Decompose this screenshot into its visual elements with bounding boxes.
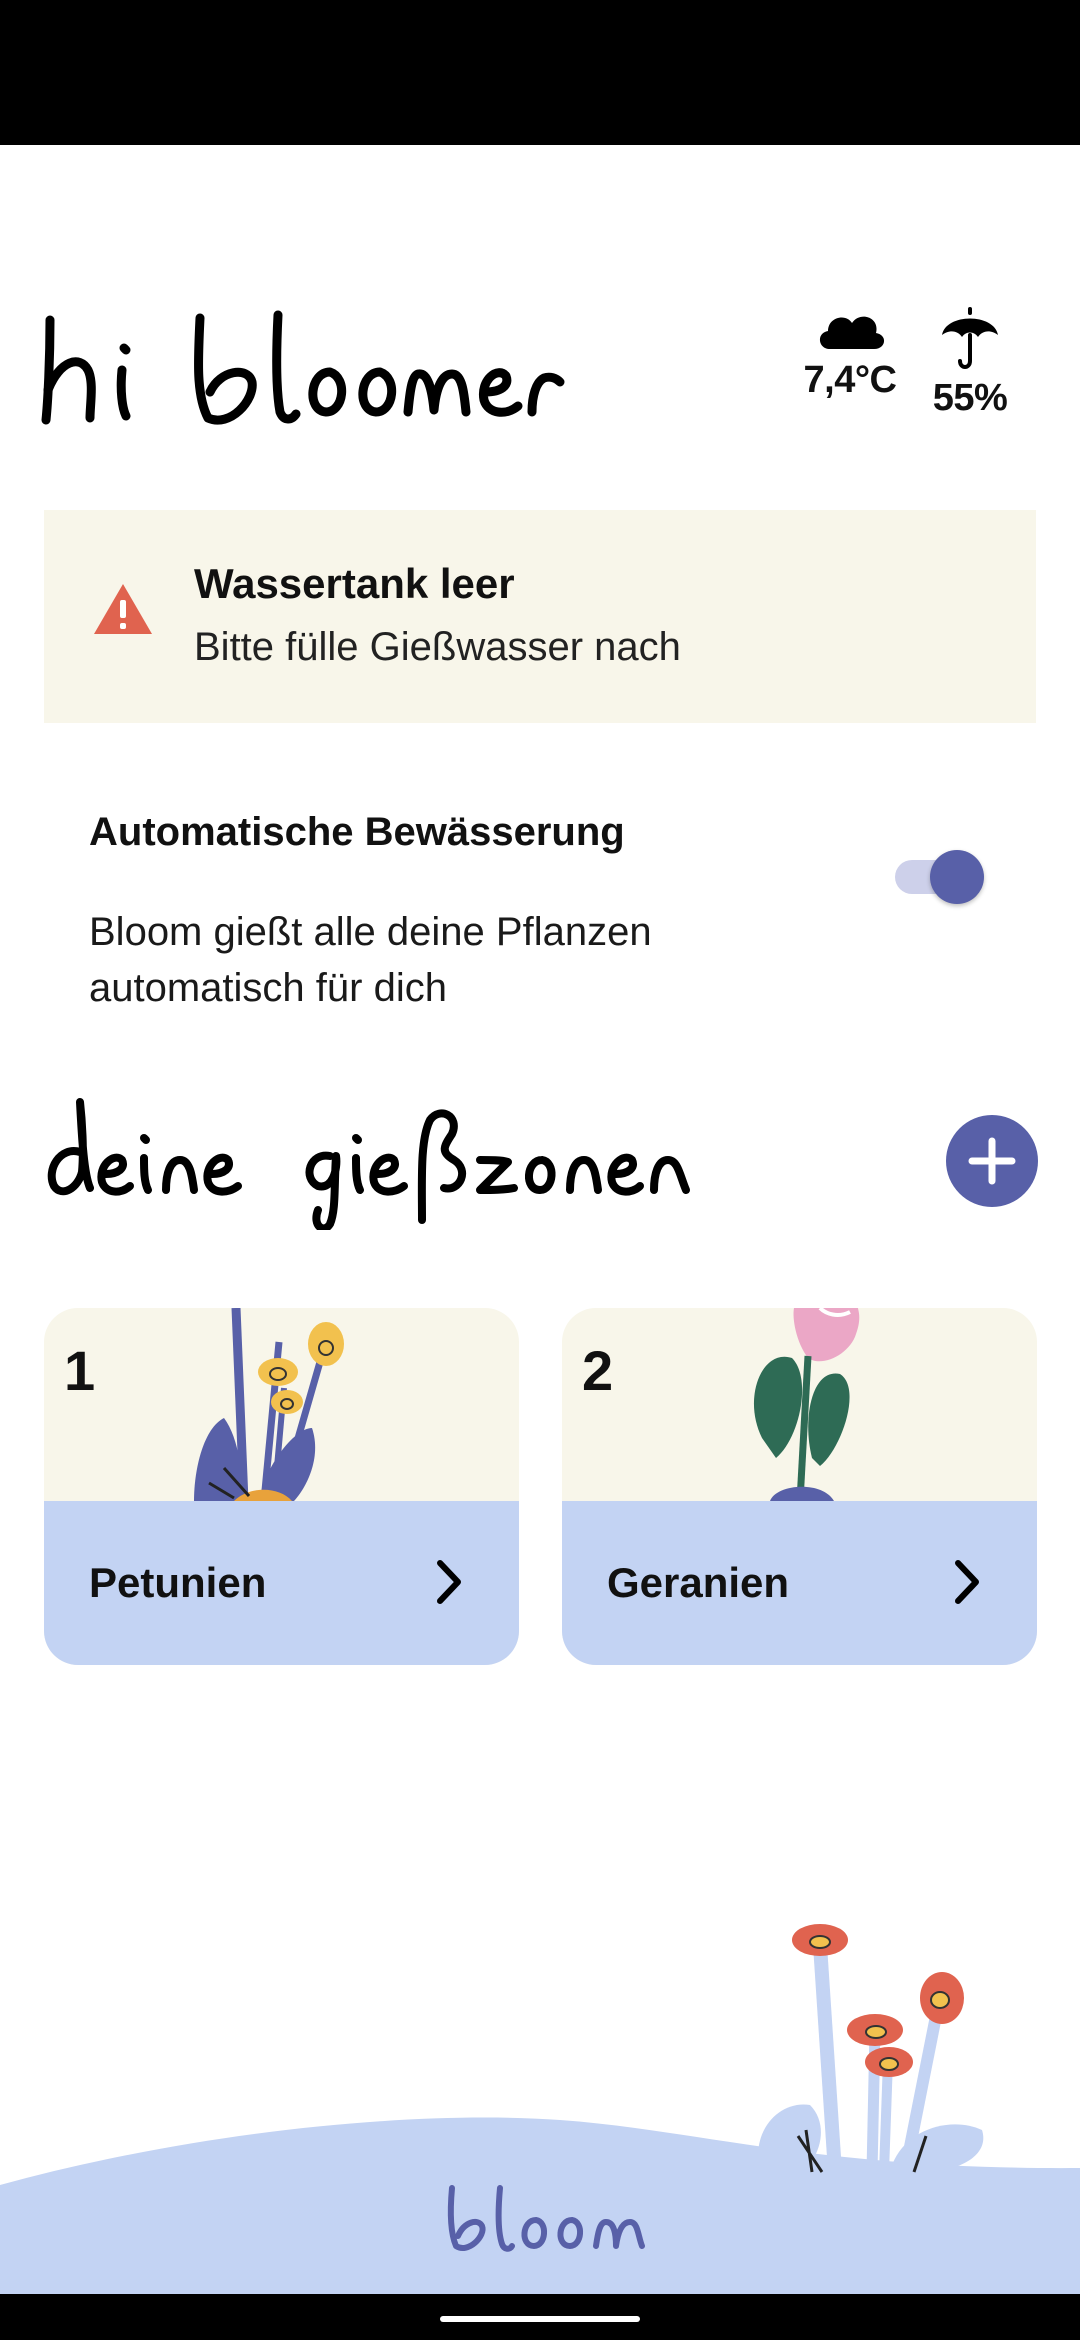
status-bar <box>0 0 1080 145</box>
zone-card-petunien[interactable]: 1 Petunien <box>44 1308 519 1665</box>
zone-number: 2 <box>582 1339 614 1402</box>
weather-humidity: 55% <box>910 305 1030 420</box>
zone-name: Geranien <box>607 1559 790 1606</box>
plus-icon <box>968 1137 1016 1185</box>
chevron-right-icon <box>437 1560 461 1604</box>
auto-watering-title: Automatische Bewässerung <box>89 810 625 854</box>
auto-watering-description: Bloom gießt alle deine Pflanzen automati… <box>89 910 652 1010</box>
warning-triangle-icon <box>94 584 152 634</box>
geranium-illustration <box>753 1308 860 1501</box>
toggle-thumb <box>930 850 984 904</box>
weather-temperature: 7,4°C <box>790 305 910 402</box>
home-indicator[interactable] <box>440 2316 640 2322</box>
zone-name: Petunien <box>89 1559 267 1606</box>
zones-heading-handwriting <box>47 1098 690 1230</box>
temperature-value: 7,4°C <box>803 359 897 401</box>
zone-footer: Geranien <box>562 1501 1037 1665</box>
zone-number: 1 <box>64 1339 96 1402</box>
greeting-handwriting <box>41 310 565 425</box>
zone-footer: Petunien <box>44 1501 519 1665</box>
water-tank-alert[interactable]: Wassertank leer Bitte fülle Gießwasser n… <box>44 510 1036 723</box>
chevron-right-icon <box>955 1560 979 1604</box>
humidity-value: 55% <box>932 377 1008 419</box>
alert-message: Bitte fülle Gießwasser nach <box>194 625 681 669</box>
alert-title: Wassertank leer <box>194 560 515 607</box>
bloom-logo <box>447 2185 645 2252</box>
cloud-icon <box>819 316 885 349</box>
umbrella-icon <box>942 307 998 369</box>
petunia-illustration <box>194 1308 344 1501</box>
add-zone-button[interactable] <box>946 1115 1038 1207</box>
zone-card-geranien[interactable]: 2 Geranien <box>562 1308 1037 1665</box>
auto-watering-toggle[interactable] <box>893 850 984 904</box>
